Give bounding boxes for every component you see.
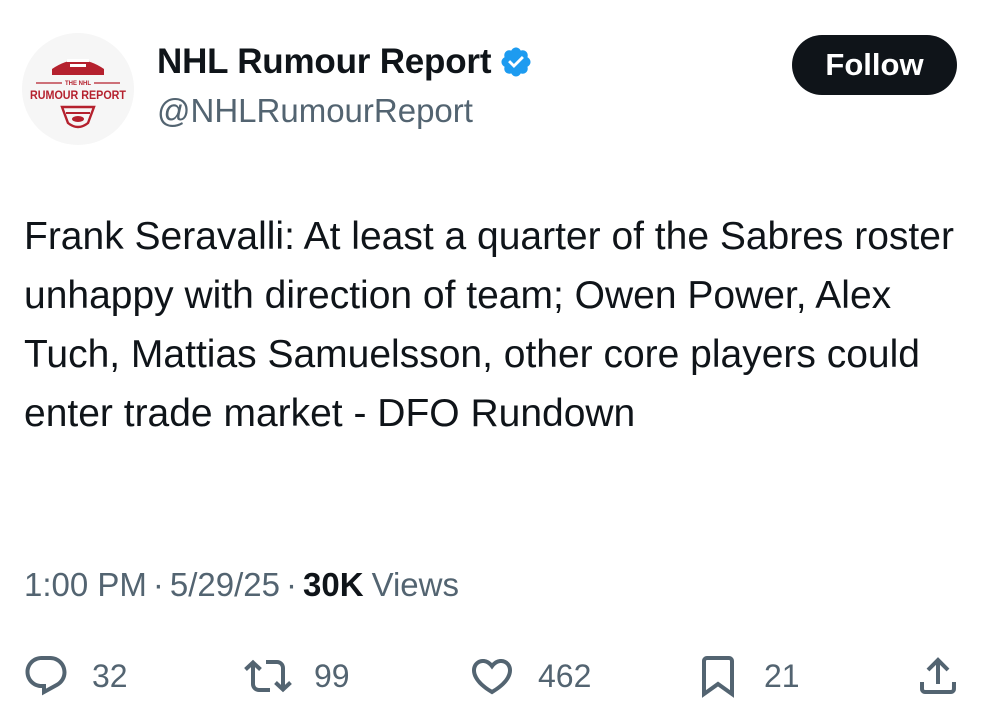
repost-button[interactable]: 99 bbox=[244, 648, 350, 704]
tweet-text: Frank Seravalli: At least a quarter of t… bbox=[24, 215, 954, 435]
like-icon bbox=[471, 659, 513, 695]
avatar-text-main: RUMOUR REPORT bbox=[30, 90, 126, 102]
tweet-date[interactable]: 5/29/25 bbox=[170, 566, 280, 604]
follow-button[interactable]: Follow bbox=[792, 35, 957, 95]
display-name-row[interactable]: NHL Rumour Report bbox=[157, 42, 533, 82]
bookmark-count: 21 bbox=[764, 657, 800, 694]
action-bar: 32 99 462 21 bbox=[0, 648, 1000, 708]
rumour-report-logo: THE NHL RUMOUR REPORT bbox=[22, 33, 134, 145]
share-button[interactable] bbox=[914, 648, 962, 704]
share-icon bbox=[920, 657, 956, 694]
meta-separator: · bbox=[152, 566, 164, 603]
like-count: 462 bbox=[538, 657, 592, 694]
tweet-time[interactable]: 1:00 PM bbox=[24, 566, 147, 604]
reply-button[interactable]: 32 bbox=[22, 648, 128, 704]
repost-icon bbox=[244, 659, 292, 693]
bookmark-icon bbox=[702, 656, 734, 698]
tweet-meta: 1:00 PM · 5/29/25 · 30K Views bbox=[24, 566, 459, 604]
views-label: Views bbox=[371, 566, 459, 603]
like-button[interactable]: 462 bbox=[468, 648, 591, 704]
reply-count: 32 bbox=[92, 657, 128, 694]
repost-count: 99 bbox=[314, 657, 350, 694]
avatar-text-top: THE NHL bbox=[65, 81, 91, 87]
verified-badge-icon bbox=[501, 47, 531, 77]
display-name[interactable]: NHL Rumour Report bbox=[157, 42, 491, 82]
reply-icon bbox=[25, 656, 67, 696]
views-count: 30K bbox=[303, 566, 364, 603]
meta-separator: · bbox=[286, 566, 298, 603]
account-handle[interactable]: @NHLRumourReport bbox=[157, 92, 473, 130]
avatar[interactable]: THE NHL RUMOUR REPORT bbox=[22, 33, 134, 145]
bookmark-button[interactable]: 21 bbox=[694, 648, 800, 704]
